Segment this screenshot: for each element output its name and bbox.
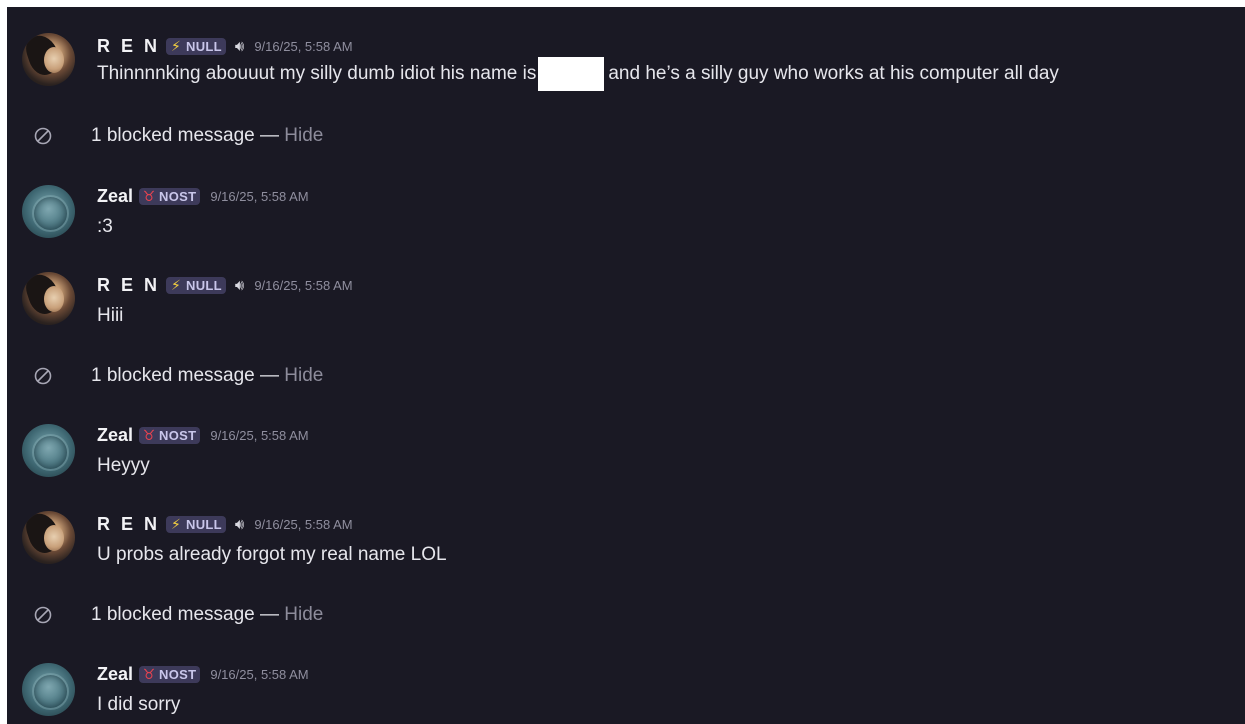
message-header: Zeal ♉︎ NOST 9/16/25, 5:58 AM xyxy=(97,424,309,446)
message-row: Zeal ♉︎ NOST 9/16/25, 5:58 AM I did sorr… xyxy=(7,653,1245,724)
timestamp: 9/16/25, 5:58 AM xyxy=(210,188,309,204)
message-text-end: and he’s a silly guy who works at his co… xyxy=(608,63,1059,84)
blocked-icon xyxy=(34,127,52,145)
blocked-message-notice: 1 blocked message — Hide xyxy=(7,591,1245,639)
tag-label: NULL xyxy=(186,277,222,293)
blocked-message-notice: 1 blocked message — Hide xyxy=(7,112,1245,160)
lightning-icon: ⚡ xyxy=(170,515,182,532)
tag-label: NOST xyxy=(159,188,197,204)
avatar[interactable] xyxy=(22,185,75,238)
speaker-icon: 🔊︎ xyxy=(234,37,245,55)
message-header: R E N ⚡ NULL 🔊︎ 9/16/25, 5:58 AM xyxy=(97,35,353,57)
redacted-block xyxy=(538,57,605,91)
lightning-icon: ⚡ xyxy=(170,37,182,54)
message-header: Zeal ♉︎ NOST 9/16/25, 5:58 AM xyxy=(97,185,309,207)
message-text: U probs already forgot my real name LOL xyxy=(97,544,447,565)
message-text: Thinnnnking abouuut my silly dumb idiot … xyxy=(97,57,1059,91)
timestamp: 9/16/25, 5:58 AM xyxy=(254,516,353,532)
blocked-message-notice: 1 blocked message — Hide xyxy=(7,352,1245,400)
username[interactable]: Zeal xyxy=(97,664,133,685)
message-text-start: Thinnnnking abouuut my silly dumb idiot … xyxy=(97,63,537,84)
tag-label: NULL xyxy=(186,38,222,54)
message-row: R E N ⚡ NULL 🔊︎ 9/16/25, 5:58 AM U probs… xyxy=(7,501,1245,571)
avatar[interactable] xyxy=(22,663,75,716)
timestamp: 9/16/25, 5:58 AM xyxy=(254,277,353,293)
username[interactable]: R E N xyxy=(97,275,160,296)
message-text: Heyyy xyxy=(97,455,150,476)
username[interactable]: R E N xyxy=(97,514,160,535)
server-tag[interactable]: ♉︎ NOST xyxy=(139,187,201,205)
server-tag[interactable]: ⚡ NULL xyxy=(166,276,226,294)
tag-label: NULL xyxy=(186,516,222,532)
blocked-icon xyxy=(34,606,52,624)
timestamp: 9/16/25, 5:58 AM xyxy=(210,666,309,682)
horns-icon: ♉︎ xyxy=(142,665,156,682)
username[interactable]: Zeal xyxy=(97,425,133,446)
username[interactable]: Zeal xyxy=(97,186,133,207)
blocked-message-text: 1 blocked message — Hide xyxy=(91,125,323,147)
lightning-icon: ⚡ xyxy=(170,276,182,293)
message-header: Zeal ♉︎ NOST 9/16/25, 5:58 AM xyxy=(97,663,309,685)
message-row: R E N ⚡ NULL 🔊︎ 9/16/25, 5:58 AM Thinnnn… xyxy=(7,7,1245,97)
server-tag[interactable]: ⚡ NULL xyxy=(166,37,226,55)
message-header: R E N ⚡ NULL 🔊︎ 9/16/25, 5:58 AM xyxy=(97,513,353,535)
username[interactable]: R E N xyxy=(97,36,160,57)
speaker-icon: 🔊︎ xyxy=(234,276,245,294)
server-tag[interactable]: ♉︎ NOST xyxy=(139,665,201,683)
blocked-count-label: 1 blocked message — xyxy=(91,365,285,386)
message-text: :3 xyxy=(97,216,113,237)
blocked-message-text: 1 blocked message — Hide xyxy=(91,365,323,387)
hide-blocked-link[interactable]: Hide xyxy=(284,604,323,625)
message-text: Hiii xyxy=(97,305,124,326)
timestamp: 9/16/25, 5:58 AM xyxy=(210,427,309,443)
message-text: I did sorry xyxy=(97,694,181,715)
blocked-icon xyxy=(34,367,52,385)
message-row: R E N ⚡ NULL 🔊︎ 9/16/25, 5:58 AM Hiii xyxy=(7,262,1245,332)
horns-icon: ♉︎ xyxy=(142,426,156,443)
blocked-message-text: 1 blocked message — Hide xyxy=(91,604,323,626)
blocked-count-label: 1 blocked message — xyxy=(91,604,285,625)
chat-message-list: R E N ⚡ NULL 🔊︎ 9/16/25, 5:58 AM Thinnnn… xyxy=(7,7,1245,724)
speaker-icon: 🔊︎ xyxy=(234,515,245,533)
avatar[interactable] xyxy=(22,424,75,477)
server-tag[interactable]: ⚡ NULL xyxy=(166,515,226,533)
message-row: Zeal ♉︎ NOST 9/16/25, 5:58 AM Heyyy xyxy=(7,414,1245,484)
timestamp: 9/16/25, 5:58 AM xyxy=(254,38,353,54)
hide-blocked-link[interactable]: Hide xyxy=(284,125,323,146)
tag-label: NOST xyxy=(159,427,197,443)
horns-icon: ♉︎ xyxy=(142,187,156,204)
blocked-count-label: 1 blocked message — xyxy=(91,125,285,146)
hide-blocked-link[interactable]: Hide xyxy=(284,365,323,386)
message-row: Zeal ♉︎ NOST 9/16/25, 5:58 AM :3 xyxy=(7,175,1245,245)
avatar[interactable] xyxy=(22,272,75,325)
message-header: R E N ⚡ NULL 🔊︎ 9/16/25, 5:58 AM xyxy=(97,274,353,296)
server-tag[interactable]: ♉︎ NOST xyxy=(139,426,201,444)
avatar[interactable] xyxy=(22,33,75,86)
tag-label: NOST xyxy=(159,666,197,682)
avatar[interactable] xyxy=(22,511,75,564)
